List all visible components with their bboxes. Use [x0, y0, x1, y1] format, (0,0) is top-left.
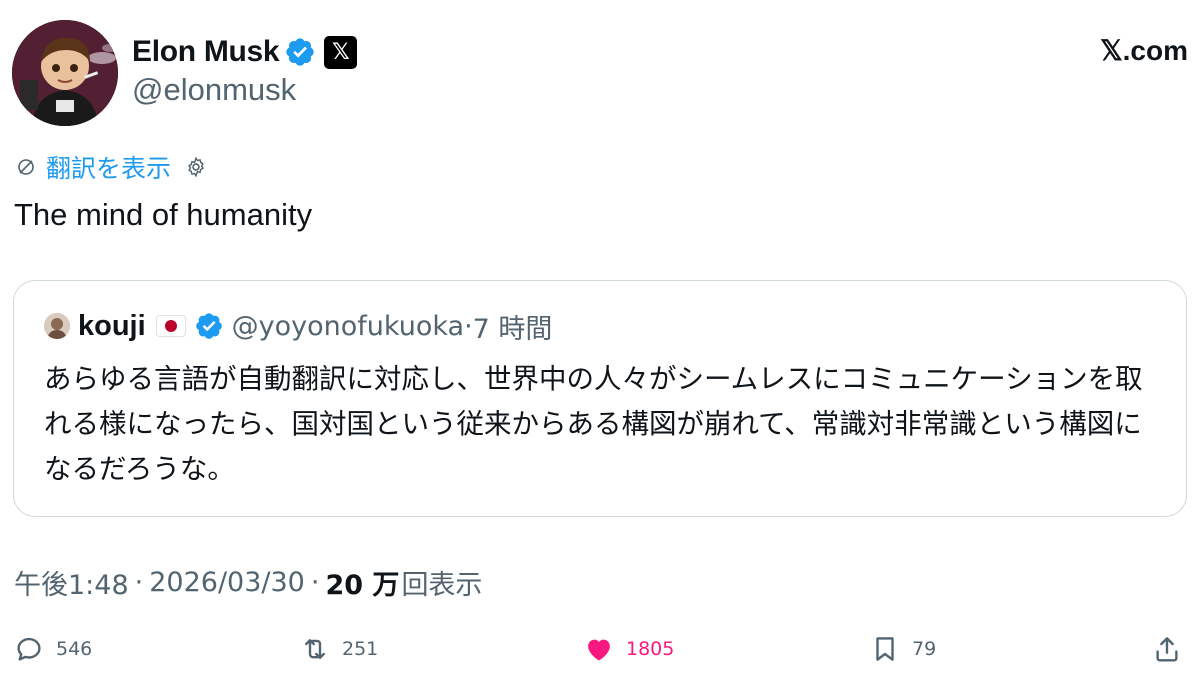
views-label: 回表示: [401, 569, 483, 601]
x-affiliate-badge: 𝕏: [324, 35, 358, 69]
translate-row: 翻訳を表示: [16, 150, 207, 184]
meta-separator: ·: [134, 566, 144, 598]
site-logo: 𝕏.com: [1100, 35, 1188, 66]
views-count: 20 万: [325, 569, 400, 601]
tweet-meta: 午後1:48 · 2026/03/30 · 20 万 回表示: [14, 562, 482, 602]
quoted-tweet-card[interactable]: kouji @yoyonofukuoka · 7 時間 あらゆる言語が自動翻訳に…: [13, 280, 1187, 517]
japan-flag-icon: [155, 315, 186, 337]
quoted-author-handle[interactable]: @yoyonofukuoka: [232, 311, 464, 342]
reply-count: 546: [56, 638, 93, 660]
heart-icon: [588, 639, 610, 661]
quoted-author-avatar[interactable]: [44, 313, 70, 339]
bookmark-button[interactable]: 79: [870, 628, 936, 670]
author-name-row: Elon Musk 𝕏: [132, 32, 358, 72]
quoted-separator: ·: [464, 310, 473, 342]
like-count: 1805: [626, 638, 675, 660]
bookmark-icon: [876, 637, 894, 661]
repost-count: 251: [342, 638, 379, 660]
repost-button[interactable]: 251: [300, 628, 378, 670]
show-translation-link[interactable]: 翻訳を表示: [46, 149, 171, 185]
tweet-time[interactable]: 午後1:48: [14, 563, 129, 602]
quoted-author-name[interactable]: kouji: [78, 310, 146, 343]
translate-icon: [18, 159, 34, 175]
quoted-tweet-header: kouji @yoyonofukuoka · 7 時間: [44, 307, 553, 346]
tweet-date[interactable]: 2026/03/30: [149, 567, 305, 598]
action-bar: 546 251 1805 79: [14, 628, 1188, 670]
bookmark-count: 79: [912, 638, 937, 660]
tweet-header: Elon Musk 𝕏 @elonmusk 𝕏.com: [12, 20, 1188, 126]
author-avatar[interactable]: [12, 20, 118, 126]
author-handle[interactable]: @elonmusk: [132, 72, 296, 108]
reply-icon: [17, 637, 41, 661]
verified-icon: [286, 38, 314, 66]
author-name[interactable]: Elon Musk: [132, 35, 280, 69]
quoted-tweet-text: あらゆる言語が自動翻訳に対応し、世界中の人々がシームレスにコミュニケーションを取…: [44, 363, 1143, 485]
tweet-text: The mind of humanity: [14, 197, 313, 232]
repost-icon: [305, 639, 325, 659]
share-button[interactable]: [1152, 628, 1182, 670]
gear-icon[interactable]: [185, 156, 207, 178]
like-button[interactable]: 1805: [584, 628, 674, 670]
reply-button[interactable]: 546: [14, 628, 92, 670]
share-icon: [1156, 637, 1178, 662]
quoted-timestamp[interactable]: 7 時間: [473, 307, 553, 346]
meta-separator: ·: [310, 566, 320, 598]
verified-icon: [195, 313, 222, 339]
